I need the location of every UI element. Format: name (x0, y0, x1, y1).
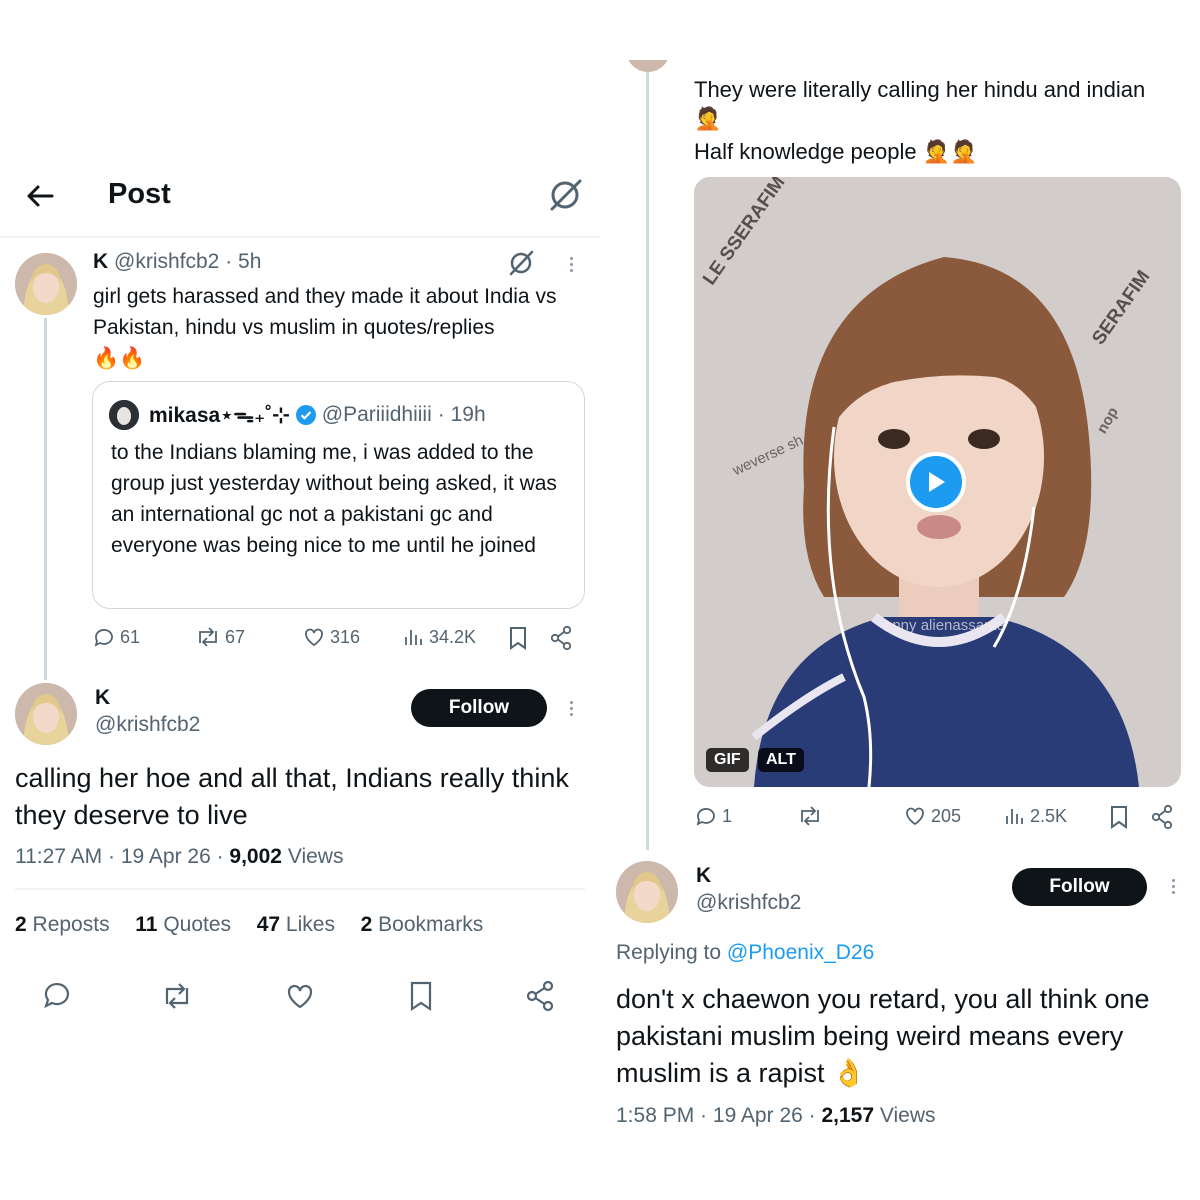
gif-media[interactable]: LE SSERAFIM SERAFIM weverse sh nop anny … (694, 177, 1181, 787)
views-label: Views (287, 845, 344, 868)
views-count: 34.2K (429, 626, 477, 647)
alt-badge[interactable]: ALT (758, 748, 804, 772)
follow-button[interactable]: Follow (411, 689, 547, 727)
avatar[interactable] (15, 683, 77, 745)
reply-icon[interactable] (41, 980, 73, 1017)
reply-stat[interactable]: 61 (92, 625, 140, 649)
repost-icon[interactable] (160, 980, 194, 1017)
post-text: don't x chaewon you retard, you all thin… (616, 984, 1150, 1088)
avatar (109, 400, 139, 430)
avatar[interactable] (616, 861, 678, 923)
more-icon[interactable] (568, 698, 574, 719)
more-icon[interactable] (1170, 876, 1176, 897)
thread-line (44, 318, 47, 680)
post-text: Half knowledge people (694, 139, 917, 164)
header-divider (0, 236, 600, 238)
author-name[interactable]: K (93, 250, 108, 273)
like-stat[interactable]: 316 (302, 625, 360, 649)
post-date[interactable]: 19 Apr 26 (121, 845, 211, 868)
repost-stat[interactable]: 67 (195, 625, 245, 649)
post-time[interactable]: 1:58 PM (616, 1104, 694, 1127)
views-stat[interactable]: 34.2K (403, 625, 476, 649)
divider (15, 888, 585, 890)
repost-stat[interactable] (797, 804, 823, 828)
like-count: 205 (931, 805, 962, 826)
replying-to-handle[interactable]: @Phoenix_D26 (727, 941, 874, 964)
reply-stat[interactable]: 1 (694, 804, 732, 828)
share-icon[interactable] (549, 625, 573, 656)
post-text: calling her hoe and all that, Indians re… (15, 763, 569, 830)
avatar (626, 60, 670, 72)
facepalm-emoji: 🤦 (694, 106, 722, 131)
share-icon[interactable] (1150, 804, 1174, 835)
repost-count: 67 (225, 626, 246, 647)
post-meta: 11:27 AM · 19 Apr 26 · 9,002 Views (15, 845, 344, 868)
bookmark-icon[interactable] (507, 625, 529, 656)
like-count: 316 (330, 626, 361, 647)
post-text: They were literally calling her hindu an… (694, 77, 1146, 102)
ok-hand-emoji: 👌 (832, 1058, 866, 1088)
page-title: Post (108, 178, 171, 210)
grok-icon[interactable] (506, 248, 536, 278)
replying-to: Replying to @Phoenix_D26 (616, 941, 875, 964)
views-stat[interactable]: 2.5K (1004, 804, 1067, 828)
like-icon[interactable] (284, 980, 316, 1017)
bookmarks-link[interactable]: 2 Bookmarks (361, 913, 484, 936)
post-text: girl gets harassed and they made it abou… (93, 285, 557, 339)
follow-button[interactable]: Follow (1012, 868, 1147, 906)
gif-badge: GIF (706, 748, 749, 772)
quoted-post-card[interactable]: mikasa⋆ᯓ₊˚⊹ @Pariiidhiiii · 19h to the I… (92, 381, 585, 609)
engagement-row: 2 Reposts 11 Quotes 47 Likes 2 Bookmarks (15, 913, 483, 937)
author-handle[interactable]: @krishfcb2 (696, 891, 801, 915)
quoted-post-text: to the Indians blaming me, i was added t… (111, 441, 557, 557)
likes-link[interactable]: 47 Likes (257, 913, 335, 936)
reply-count: 61 (120, 626, 141, 647)
facepalm-emoji: 🤦🤦 (922, 139, 978, 164)
back-arrow-icon[interactable] (24, 180, 56, 212)
reposts-link[interactable]: 2 Reposts (15, 913, 110, 936)
avatar[interactable] (15, 253, 77, 315)
views-label: Views (879, 1104, 936, 1127)
quoted-author-name: mikasa⋆ᯓ₊˚⊹ (149, 404, 290, 427)
author-handle[interactable]: @krishfcb2 (114, 250, 219, 273)
grok-icon[interactable] (546, 176, 584, 214)
views-count: 2.5K (1030, 805, 1068, 826)
reply-count: 1 (722, 805, 733, 826)
play-button[interactable] (906, 452, 966, 512)
author-name[interactable]: K (696, 864, 711, 888)
author-name[interactable]: K (95, 686, 110, 710)
more-icon[interactable] (568, 254, 574, 275)
author-handle[interactable]: @krishfcb2 (95, 713, 200, 737)
quoted-post-time: · 19h (437, 403, 486, 426)
views-count: 9,002 (229, 845, 282, 868)
post-date[interactable]: 19 Apr 26 (713, 1104, 803, 1127)
quoted-author-handle: @Pariiidhiiii (321, 403, 432, 426)
share-icon[interactable] (524, 980, 556, 1017)
bookmark-icon[interactable] (1108, 804, 1130, 835)
bookmark-icon[interactable] (407, 980, 435, 1017)
post-meta: 1:58 PM · 19 Apr 26 · 2,157 Views (616, 1104, 936, 1127)
play-icon (929, 472, 945, 492)
like-stat[interactable]: 205 (903, 804, 961, 828)
post-time[interactable]: 11:27 AM (15, 845, 102, 868)
post-time[interactable]: · 5h (225, 250, 261, 273)
thread-line (646, 72, 649, 850)
fire-emoji: 🔥🔥 (93, 347, 146, 370)
views-count: 2,157 (821, 1104, 875, 1127)
quotes-link[interactable]: 11 Quotes (135, 913, 231, 936)
verified-icon (295, 405, 316, 425)
backdrop-text: anny alienassante (884, 617, 1005, 634)
